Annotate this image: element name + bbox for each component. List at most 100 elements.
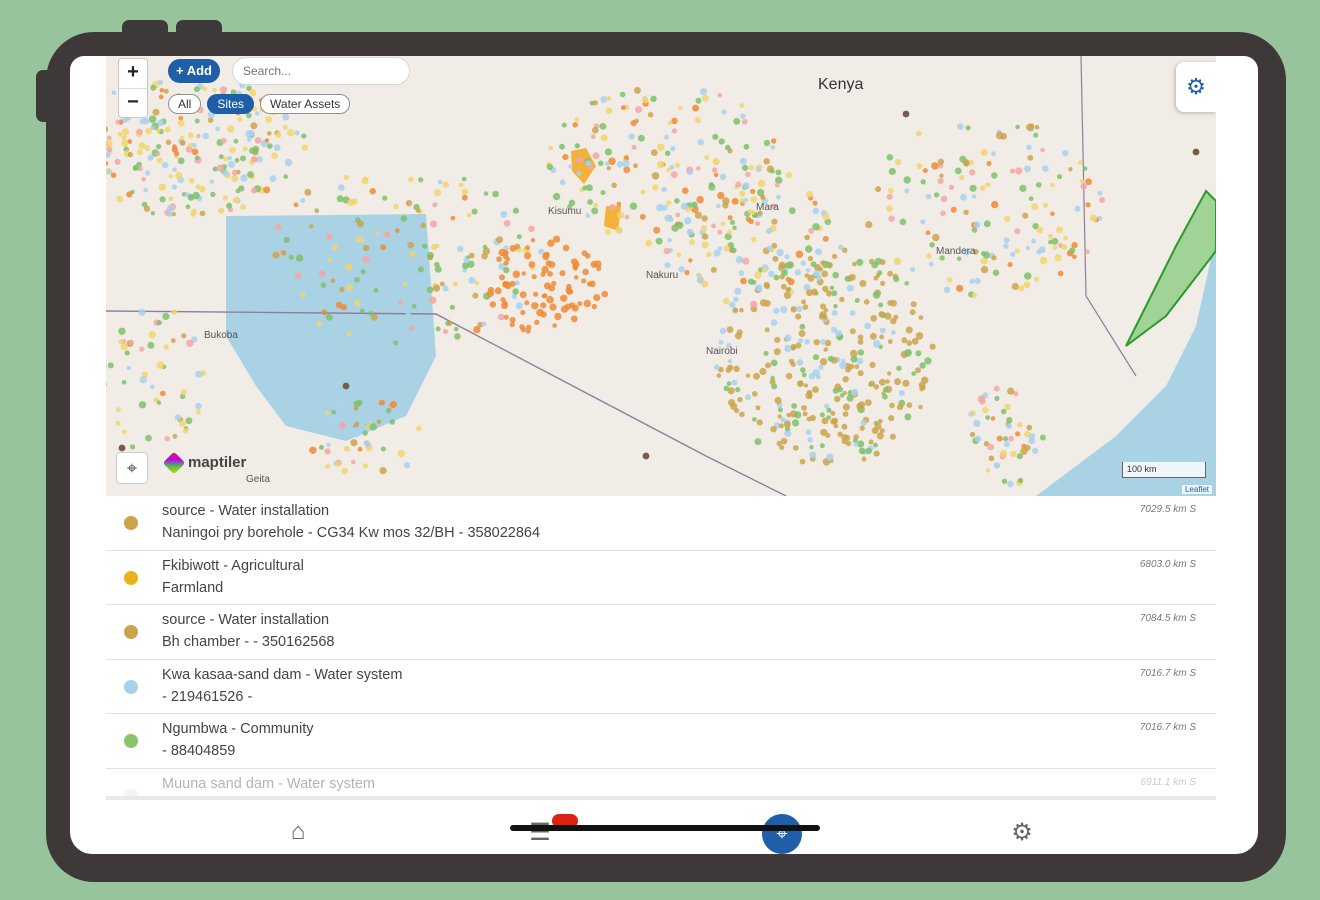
site-marker (520, 309, 526, 316)
site-marker (806, 389, 813, 396)
site-marker (823, 347, 829, 352)
list-item[interactable]: Kwa kasaa-sand dam - Water system - 2194… (106, 660, 1216, 714)
site-marker (719, 327, 727, 335)
site-marker (420, 222, 427, 229)
site-marker (864, 399, 872, 406)
site-marker (562, 154, 569, 161)
site-marker (380, 244, 387, 251)
list-item-title: Fkibiwott - Agricultural (162, 557, 304, 574)
site-marker (525, 324, 532, 331)
zoom-in-button[interactable]: + (119, 59, 147, 88)
site-marker (759, 367, 767, 376)
site-marker (711, 223, 716, 229)
site-marker (609, 203, 616, 211)
site-marker (559, 179, 566, 186)
site-marker (842, 247, 848, 253)
locate-button[interactable]: ⌖ (116, 452, 148, 484)
home-indicator[interactable] (510, 825, 820, 831)
list-item[interactable]: source - Water installation Naningoi pry… (106, 496, 1216, 551)
site-marker (1010, 168, 1015, 174)
site-marker (857, 339, 864, 345)
site-marker (128, 339, 134, 346)
site-marker (398, 300, 404, 306)
site-marker (416, 425, 422, 431)
list-item-distance: 7084.5 km S (1139, 613, 1196, 624)
site-marker (547, 239, 555, 247)
site-marker (701, 241, 709, 249)
site-marker (162, 312, 170, 320)
site-marker (883, 386, 889, 393)
site-marker (910, 301, 917, 308)
site-marker (670, 145, 676, 152)
site-marker (234, 157, 240, 163)
site-marker (210, 191, 216, 198)
site-marker (293, 202, 299, 208)
site-marker (985, 415, 990, 420)
site-marker (139, 346, 145, 352)
site-marker (857, 349, 865, 356)
site-marker (809, 451, 817, 459)
site-marker (357, 446, 363, 452)
site-marker (575, 156, 584, 164)
site-marker (845, 440, 852, 447)
site-marker (666, 167, 671, 172)
add-button[interactable]: + Add (168, 59, 220, 83)
site-marker (515, 280, 520, 286)
list-item[interactable]: Ngumbwa - Community - 88404859 7016.7 km… (106, 714, 1216, 769)
site-marker (346, 284, 354, 292)
site-marker (574, 143, 580, 149)
site-marker (354, 299, 361, 307)
filter-chip-all[interactable]: All (168, 94, 202, 114)
site-marker (926, 253, 932, 259)
site-marker (996, 435, 1003, 442)
site-marker (813, 270, 821, 278)
site-marker (156, 320, 162, 326)
site-marker (321, 309, 328, 316)
site-marker (1080, 183, 1087, 190)
site-marker (172, 167, 178, 173)
site-marker (521, 271, 526, 276)
site-marker (194, 118, 200, 124)
site-marker (696, 276, 704, 284)
map-attribution[interactable]: Leaflet (1181, 485, 1212, 494)
tab-settings[interactable]: ⚙ (1002, 818, 1042, 852)
site-marker (739, 411, 745, 418)
site-marker (179, 135, 185, 141)
status-dot (124, 734, 138, 748)
map-settings-button[interactable]: ⚙ (1176, 62, 1216, 112)
site-marker (770, 359, 778, 367)
site-marker (804, 339, 810, 345)
filter-chip-water-assets[interactable]: Water Assets (260, 94, 351, 114)
site-marker (536, 308, 544, 317)
site-marker (999, 449, 1008, 458)
site-marker (785, 287, 791, 293)
search-input[interactable] (232, 57, 410, 85)
site-marker (676, 252, 682, 258)
list-item[interactable]: source - Water installation Bh chamber -… (106, 605, 1216, 660)
site-marker (118, 327, 126, 335)
list-item[interactable]: Fkibiwott - Agricultural Farmland 6803.0… (106, 551, 1216, 605)
site-marker (915, 350, 922, 357)
site-marker (284, 158, 293, 167)
site-marker (1028, 196, 1034, 202)
site-marker (822, 213, 830, 221)
site-marker (275, 132, 282, 138)
site-marker (850, 349, 858, 358)
site-marker (141, 201, 148, 208)
site-marker (581, 278, 587, 284)
tab-home[interactable]: ⌂ (278, 818, 318, 852)
site-marker (831, 290, 838, 297)
map-view[interactable]: Kenya Bukoba Kisumu Mara Geita Nakuru Na… (106, 56, 1216, 496)
site-marker (1007, 387, 1015, 395)
site-marker (450, 215, 456, 221)
site-marker (192, 191, 200, 200)
site-marker (227, 160, 235, 168)
site-marker (678, 266, 685, 273)
site-marker (765, 362, 771, 369)
site-marker (750, 209, 756, 216)
site-marker (240, 204, 247, 210)
filter-chip-sites[interactable]: Sites (207, 94, 255, 114)
zoom-out-button[interactable]: − (119, 88, 147, 117)
site-marker (519, 291, 527, 299)
tab-map[interactable]: ⌖ (762, 814, 802, 854)
